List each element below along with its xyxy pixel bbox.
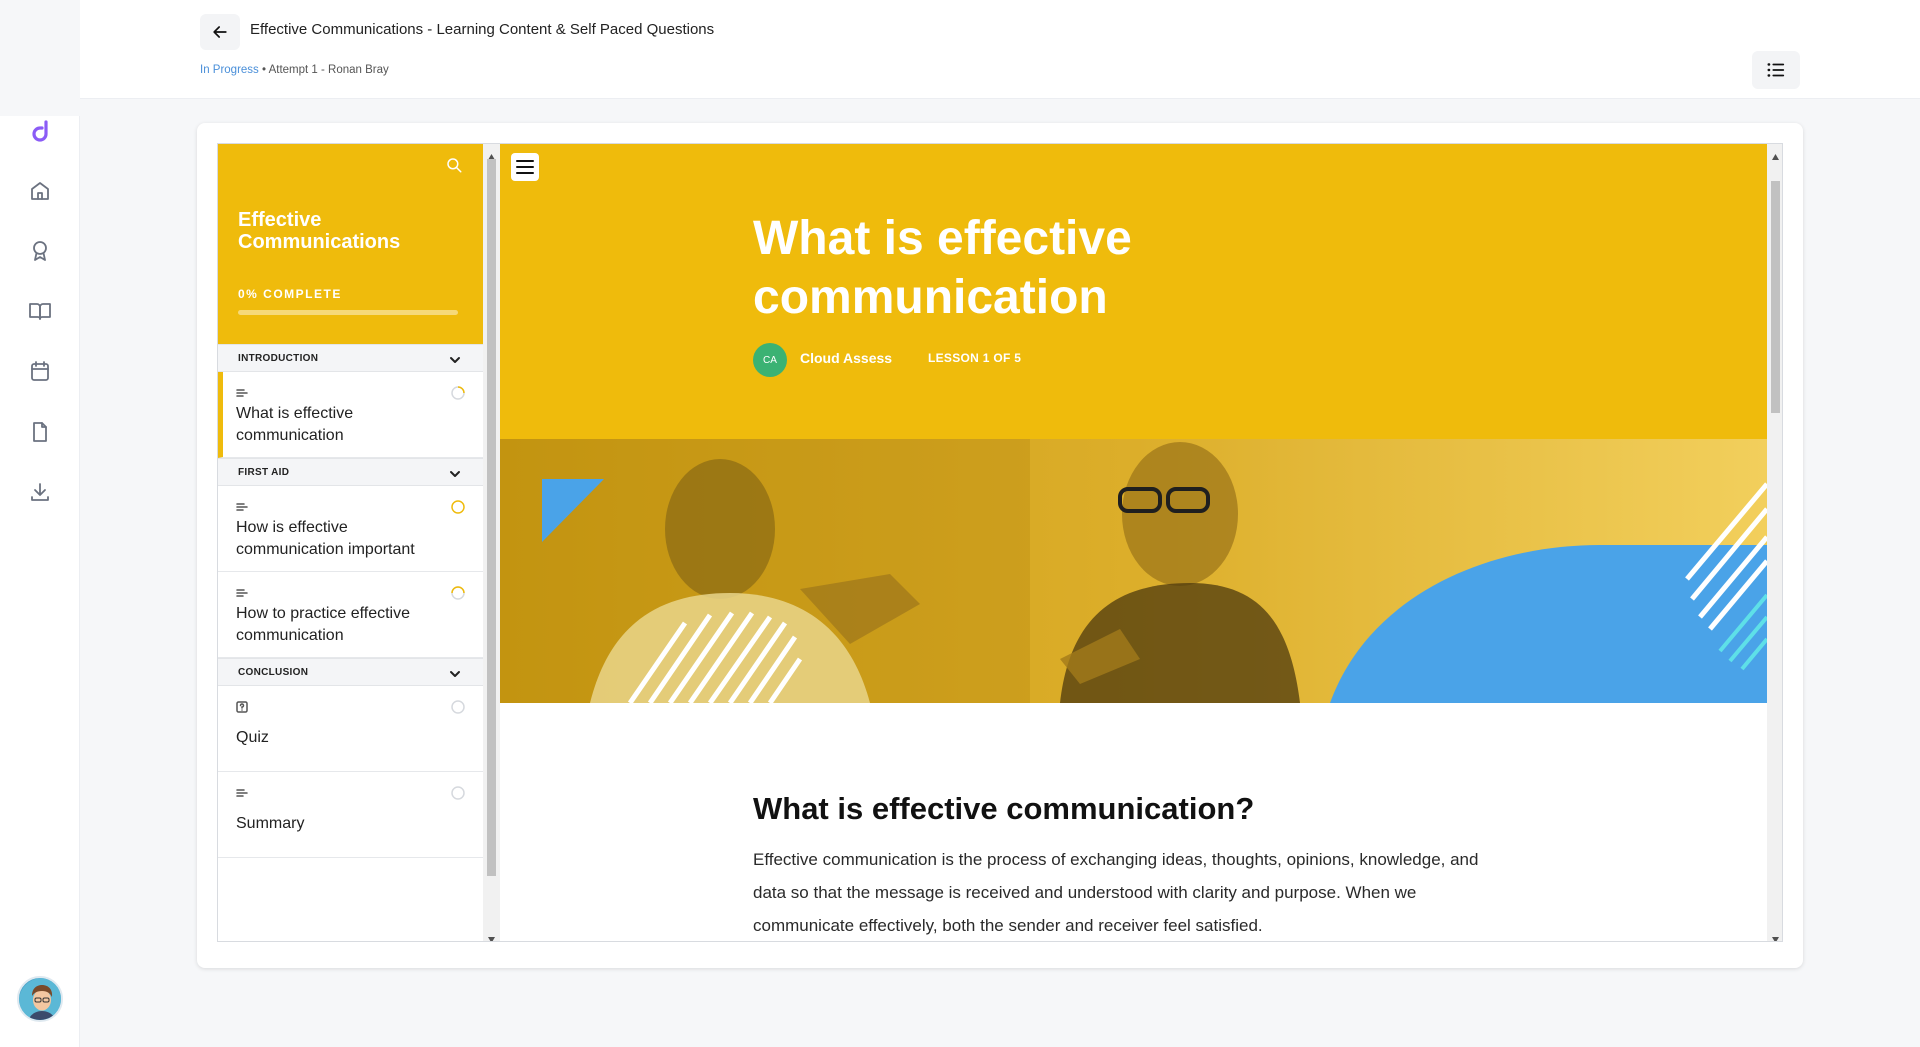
lesson-card: Effective Communications 0% COMPLETE INT…	[197, 123, 1803, 968]
lesson-frame: Effective Communications 0% COMPLETE INT…	[217, 143, 1783, 942]
home-icon[interactable]	[26, 177, 54, 205]
arrow-left-icon	[213, 26, 227, 38]
meeting-photo-illustration	[500, 439, 1767, 703]
lesson-item-quiz[interactable]: Quiz	[218, 686, 483, 772]
outline-menu-button[interactable]	[1752, 51, 1800, 89]
hamburger-icon	[516, 160, 534, 174]
lesson-item-what-is[interactable]: What is effective communication	[218, 372, 483, 458]
attempt-breadcrumb: In Progress • Attempt 1 - Ronan Bray	[200, 64, 389, 76]
file-icon[interactable]	[26, 418, 54, 446]
lesson-item-title: What is effective communication	[236, 405, 354, 444]
app-logo-icon[interactable]	[26, 116, 54, 144]
download-icon[interactable]	[26, 478, 54, 506]
page-header: Effective Communications - Learning Cont…	[80, 0, 1920, 99]
user-avatar[interactable]	[17, 976, 63, 1022]
hamburger-menu-button[interactable]	[511, 153, 539, 181]
scrollbar-thumb[interactable]	[1771, 181, 1780, 413]
lesson-item-title: How is effective communication important	[236, 519, 415, 558]
lesson-counter: LESSON 1 OF 5	[928, 351, 1022, 365]
course-outline-sidebar: Effective Communications 0% COMPLETE INT…	[218, 144, 483, 941]
scroll-down-arrow-icon[interactable]	[487, 931, 496, 941]
course-progress-bar	[238, 310, 458, 315]
lesson-item-how-important[interactable]: How is effective communication important	[218, 486, 483, 572]
attempt-label: • Attempt 1 - Ronan Bray	[258, 64, 389, 76]
course-outline-header: Effective Communications 0% COMPLETE	[218, 144, 483, 344]
back-button[interactable]	[200, 14, 240, 50]
chevron-down-icon	[449, 467, 461, 479]
book-icon[interactable]	[26, 297, 54, 325]
lesson-hero: What is effective communication CA Cloud…	[500, 144, 1767, 439]
lesson-item-how-practice[interactable]: How to practice effective communication	[218, 572, 483, 658]
lesson-item-title: Quiz	[236, 729, 269, 746]
lesson-item-summary[interactable]: Summary	[218, 772, 483, 858]
scroll-up-arrow-icon[interactable]	[487, 148, 496, 160]
sidebar-scrollbar[interactable]	[483, 144, 500, 941]
chevron-down-icon	[449, 667, 461, 679]
section-label: FIRST AID	[238, 467, 290, 478]
lesson-title: What is effective communication	[753, 212, 1132, 324]
in-progress-status-icon	[450, 499, 466, 515]
page-title: Effective Communications - Learning Cont…	[250, 21, 715, 38]
app-nav-rail	[0, 116, 80, 1047]
text-lines-icon	[236, 586, 248, 598]
author-avatar: CA	[753, 343, 787, 377]
not-started-status-icon	[450, 699, 466, 715]
lesson-paragraph: Effective communication is the process o…	[753, 850, 1479, 935]
text-lines-icon	[236, 786, 248, 798]
lesson-content: What is effective communication CA Cloud…	[500, 144, 1767, 941]
text-lines-icon	[236, 386, 248, 398]
in-progress-status-icon	[450, 585, 466, 601]
section-first-aid[interactable]: FIRST AID	[218, 458, 483, 486]
course-title: Effective Communications	[238, 209, 401, 253]
scroll-up-arrow-icon[interactable]	[1771, 148, 1780, 160]
lesson-item-title: How to practice effective communication	[236, 605, 411, 644]
scroll-down-arrow-icon[interactable]	[1771, 931, 1780, 941]
content-scrollbar[interactable]	[1767, 144, 1782, 941]
section-introduction[interactable]: INTRODUCTION	[218, 344, 483, 372]
lesson-banner-image	[500, 439, 1767, 703]
rail-top-spacer	[0, 0, 80, 116]
quiz-icon	[236, 700, 248, 713]
author-name: Cloud Assess	[800, 350, 893, 366]
calendar-icon[interactable]	[26, 357, 54, 385]
section-conclusion[interactable]: CONCLUSION	[218, 658, 483, 686]
status-link[interactable]: In Progress	[200, 64, 259, 76]
lesson-item-title: Summary	[236, 815, 305, 832]
list-icon	[1767, 63, 1785, 77]
search-icon[interactable]	[445, 156, 463, 174]
section-label: INTRODUCTION	[238, 353, 319, 364]
section-label: CONCLUSION	[238, 667, 309, 678]
chevron-down-icon	[449, 353, 461, 365]
award-icon[interactable]	[26, 237, 54, 265]
scrollbar-thumb[interactable]	[487, 159, 496, 876]
text-lines-icon	[236, 500, 248, 512]
not-started-status-icon	[450, 785, 466, 801]
section-heading: What is effective communication?	[753, 791, 1255, 826]
in-progress-status-icon	[450, 385, 466, 401]
course-progress-label: 0% COMPLETE	[238, 287, 342, 301]
